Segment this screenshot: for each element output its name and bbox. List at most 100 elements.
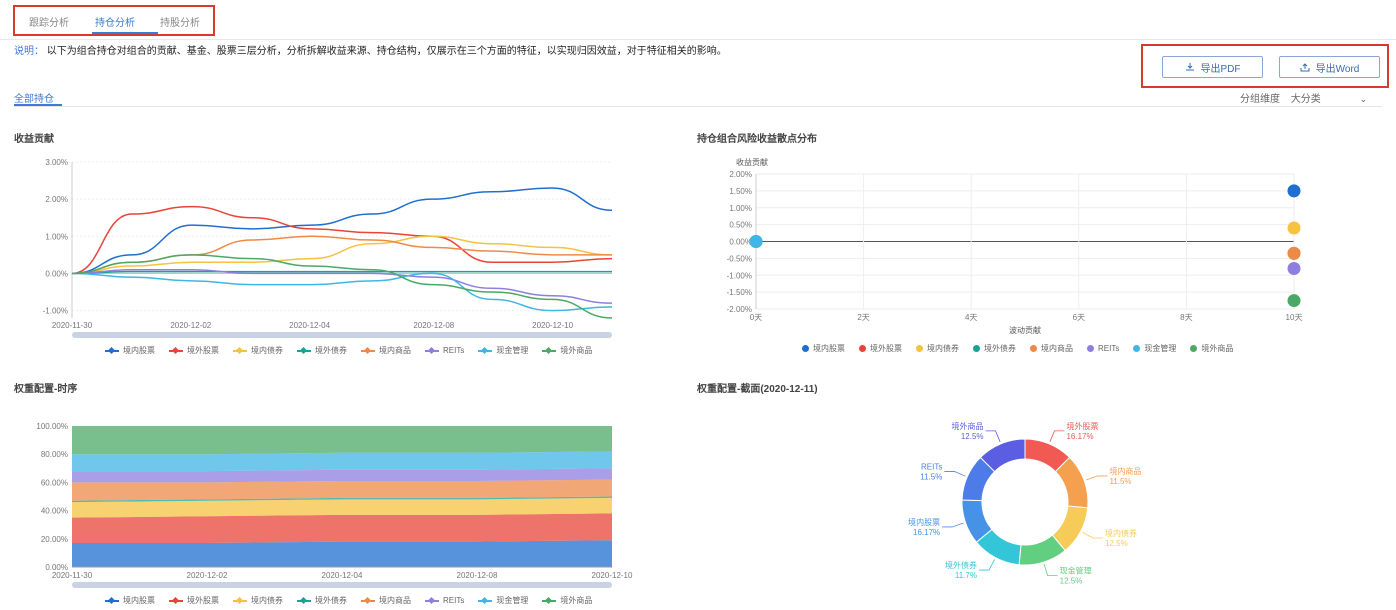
chevron-down-icon: ⌄ bbox=[1359, 94, 1368, 104]
legend-marker bbox=[973, 345, 980, 352]
scatter-point bbox=[1287, 246, 1301, 260]
download-icon bbox=[1185, 63, 1194, 71]
y-tick-label: 100.00% bbox=[36, 422, 68, 431]
legend-marker bbox=[425, 597, 439, 604]
y-tick-label: 3.00% bbox=[45, 158, 68, 167]
label-leader-line bbox=[1086, 475, 1108, 481]
legend-item[interactable]: 现金管理 bbox=[478, 345, 528, 356]
y-tick-label: 1.00% bbox=[729, 204, 752, 213]
chart3-title: 权重配置-时序 bbox=[14, 384, 78, 395]
risk-return-scatter-chart: 收益贡献 -2.00% -1.50% -1.00% -0.50% 0.00% 0.50% 1.… bbox=[727, 157, 1303, 335]
legend-item[interactable]: 境外债券 bbox=[297, 345, 347, 356]
y-tick-label: -0.50% bbox=[727, 254, 752, 263]
legend-item[interactable]: 境外商品 bbox=[1190, 343, 1233, 354]
legend-item[interactable]: 境外股票 bbox=[169, 595, 219, 606]
export-pdf-button[interactable]: 导出PDF bbox=[1162, 56, 1263, 78]
legend-item[interactable]: REITs bbox=[425, 595, 464, 606]
top-tab-bar: 跟踪分析 持仓分析 持股分析 bbox=[13, 5, 215, 36]
x-tick-label: 2020-12-04 bbox=[322, 571, 363, 580]
y-tick-label: -1.50% bbox=[727, 288, 752, 297]
legend-label: 境外债券 bbox=[315, 346, 347, 355]
x-tick-label: 2020-11-30 bbox=[52, 571, 93, 580]
legend-label: 境外股票 bbox=[187, 596, 219, 605]
legend-item[interactable]: 境外股票 bbox=[859, 343, 902, 354]
legend-item[interactable]: 现金管理 bbox=[1133, 343, 1176, 354]
x-tick-label: 10天 bbox=[1286, 313, 1303, 322]
slice-label-name: 境外债券 bbox=[945, 560, 977, 570]
export-pdf-label: 导出PDF bbox=[1200, 63, 1241, 75]
active-tab-indicator bbox=[92, 32, 158, 34]
legend-label: 境内商品 bbox=[379, 596, 411, 605]
x-tick-label: 2020-11-30 bbox=[52, 321, 93, 330]
legend-marker bbox=[1087, 345, 1094, 352]
legend-item[interactable]: 境内债券 bbox=[233, 345, 283, 356]
x-tick-label: 6天 bbox=[1073, 313, 1085, 322]
chart4-title: 权重配置-截面(2020-12-11) bbox=[697, 384, 818, 395]
legend-item[interactable]: 境内债券 bbox=[916, 343, 959, 354]
legend-item[interactable]: 境外股票 bbox=[169, 345, 219, 356]
legend-marker bbox=[105, 597, 119, 604]
x-tick-label: 4天 bbox=[965, 313, 977, 322]
y-tick-label: 60.00% bbox=[41, 478, 68, 487]
chart3-legend: 境内股票 境外股票 境内债券 境外债券 境内商品 REITs 现金管理 境外商品 bbox=[105, 595, 592, 606]
legend-marker bbox=[1030, 345, 1037, 352]
tab-holdings[interactable]: 持仓分析 bbox=[95, 14, 135, 29]
legend-label: 境外商品 bbox=[560, 346, 593, 355]
legend-marker bbox=[1190, 345, 1198, 352]
slice-label-value: 16.17% bbox=[1066, 432, 1093, 441]
section-divider bbox=[14, 106, 1382, 107]
legend-item[interactable]: 现金管理 bbox=[478, 595, 528, 606]
legend-item[interactable]: 境外商品 bbox=[542, 345, 592, 356]
export-word-button[interactable]: 导出Word bbox=[1279, 56, 1380, 78]
legend-marker bbox=[361, 347, 375, 354]
y-tick-label: -1.00% bbox=[727, 271, 752, 280]
legend-item[interactable]: 境内商品 bbox=[361, 345, 411, 356]
legend-label: 境内商品 bbox=[1041, 344, 1073, 353]
description-note: 说明： 以下为组合持仓对组合的贡献、基金、股票三层分析，分析拆解收益来源、持仓结… bbox=[14, 42, 727, 57]
legend-label: 境内债券 bbox=[251, 596, 283, 605]
y-tick-label: -2.00% bbox=[727, 305, 752, 314]
legend-item[interactable]: 境外债券 bbox=[297, 595, 347, 606]
chart2-legend: 境内股票 境外股票 境内债券 境外债券 境内商品 REITs 现金管理 境外商品 bbox=[802, 343, 1233, 354]
legend-item[interactable]: 境内商品 bbox=[361, 595, 411, 606]
legend-label: 现金管理 bbox=[496, 596, 529, 605]
group-dimension-selector[interactable]: 分组维度 大分类 ⌄ bbox=[1240, 90, 1367, 105]
x-tick-label: 2天 bbox=[857, 313, 869, 322]
legend-marker bbox=[425, 347, 439, 354]
zoom-slider bbox=[72, 582, 612, 588]
section-tab-all-holdings[interactable]: 全部持仓 bbox=[14, 90, 54, 105]
label-leader-line bbox=[944, 471, 966, 477]
slice-label-name: 境内商品 bbox=[1109, 466, 1141, 476]
legend-item[interactable]: 境内股票 bbox=[105, 595, 155, 606]
legend-item[interactable]: 境内商品 bbox=[1030, 343, 1073, 354]
legend-item[interactable]: REITs bbox=[425, 345, 464, 356]
x-tick-label: 2020-12-10 bbox=[592, 571, 633, 580]
series-line bbox=[71, 272, 613, 312]
legend-label: REITs bbox=[1098, 344, 1120, 353]
legend-label: 境内股票 bbox=[123, 596, 155, 605]
y-tick-label: 2.00% bbox=[45, 195, 68, 204]
legend-item[interactable]: 境内债券 bbox=[233, 595, 283, 606]
x-tick-label: 0天 bbox=[750, 313, 762, 322]
legend-item[interactable]: 境外商品 bbox=[542, 595, 592, 606]
legend-marker bbox=[169, 597, 183, 604]
tab-stocks[interactable]: 持股分析 bbox=[160, 14, 200, 29]
export-button-group: 导出PDF 导出Word bbox=[1141, 44, 1389, 88]
y-tick-label: 0.00% bbox=[45, 269, 68, 278]
legend-label: 境外商品 bbox=[1201, 344, 1234, 353]
legend-marker bbox=[802, 345, 809, 352]
legend-marker bbox=[233, 597, 247, 604]
legend-item[interactable]: 境外债券 bbox=[973, 343, 1016, 354]
y-tick-label: 20.00% bbox=[41, 535, 68, 544]
legend-marker bbox=[297, 347, 311, 354]
zoom-slider bbox=[72, 332, 612, 338]
legend-item[interactable]: 境内股票 bbox=[105, 345, 155, 356]
legend-marker bbox=[1133, 345, 1141, 352]
scatter-point bbox=[749, 235, 763, 248]
tab-tracking[interactable]: 跟踪分析 bbox=[29, 14, 69, 29]
legend-item[interactable]: 境内股票 bbox=[802, 343, 845, 354]
y-tick-label: -1.00% bbox=[43, 307, 68, 316]
legend-item[interactable]: REITs bbox=[1087, 343, 1119, 354]
slice-label-name: 现金管理 bbox=[1060, 566, 1092, 576]
y-tick-label: 80.00% bbox=[41, 450, 68, 459]
